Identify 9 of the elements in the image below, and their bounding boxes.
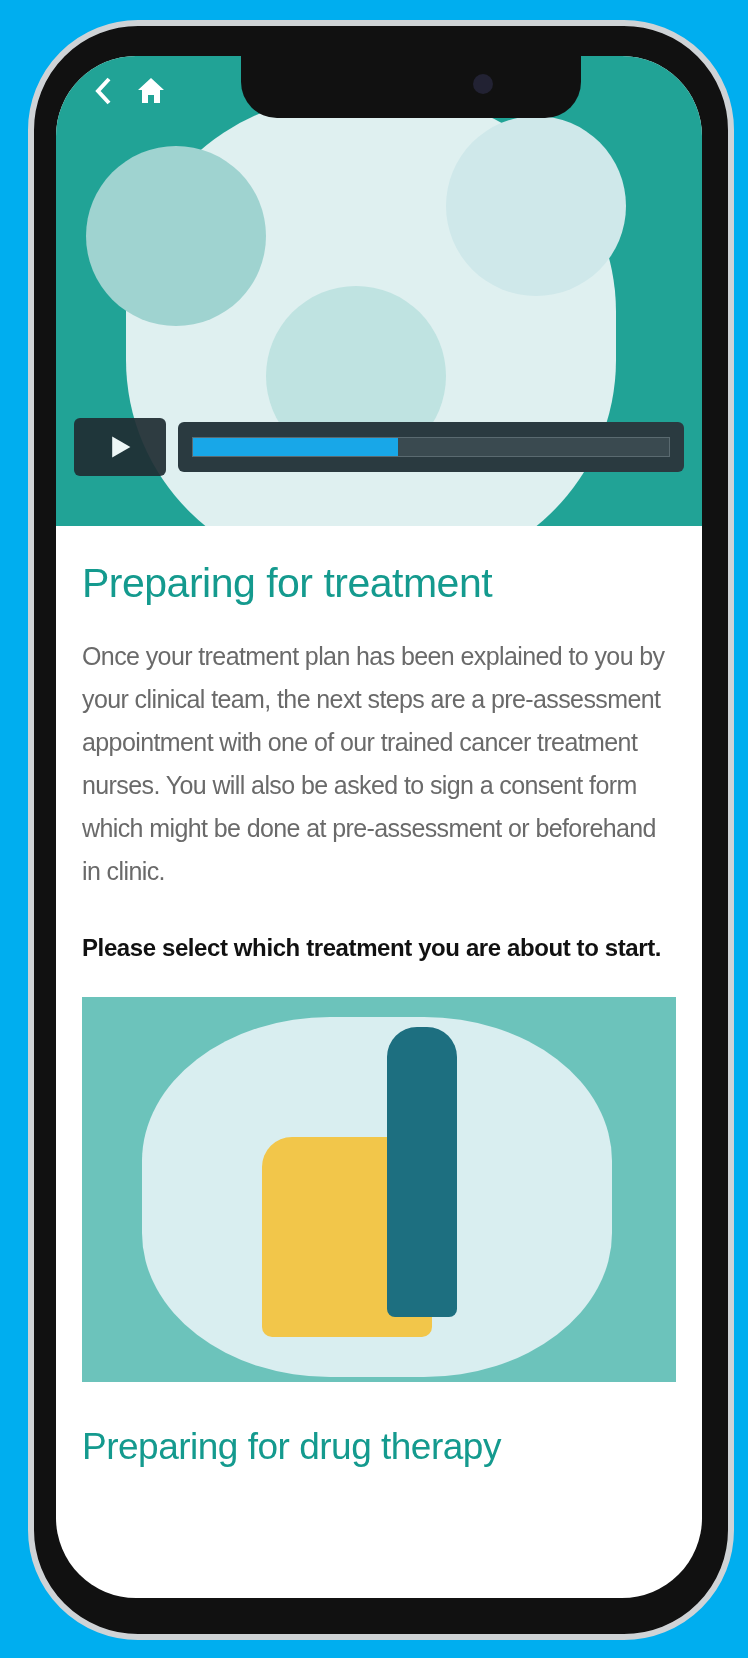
play-button[interactable] (74, 418, 166, 476)
video-progress-bar[interactable] (192, 437, 670, 457)
camera-icon (473, 74, 493, 94)
page-title: Preparing for treatment (82, 560, 494, 607)
home-icon[interactable] (136, 76, 166, 104)
selection-prompt: Please select which treatment you are about to start. (82, 933, 662, 963)
section-heading[interactable]: Preparing for drug therapy (82, 1426, 676, 1468)
intro-paragraph: Once your treatment plan has been explained to you by your clinical team, the next steps are a pre-assessment appointment with one of our trained cancer treatment nurses. You will also be asked to sign a consent form which might be done at pre-assessment or beforehand in clinic. (82, 641, 666, 887)
drug-therapy-illustration[interactable] (82, 997, 676, 1382)
